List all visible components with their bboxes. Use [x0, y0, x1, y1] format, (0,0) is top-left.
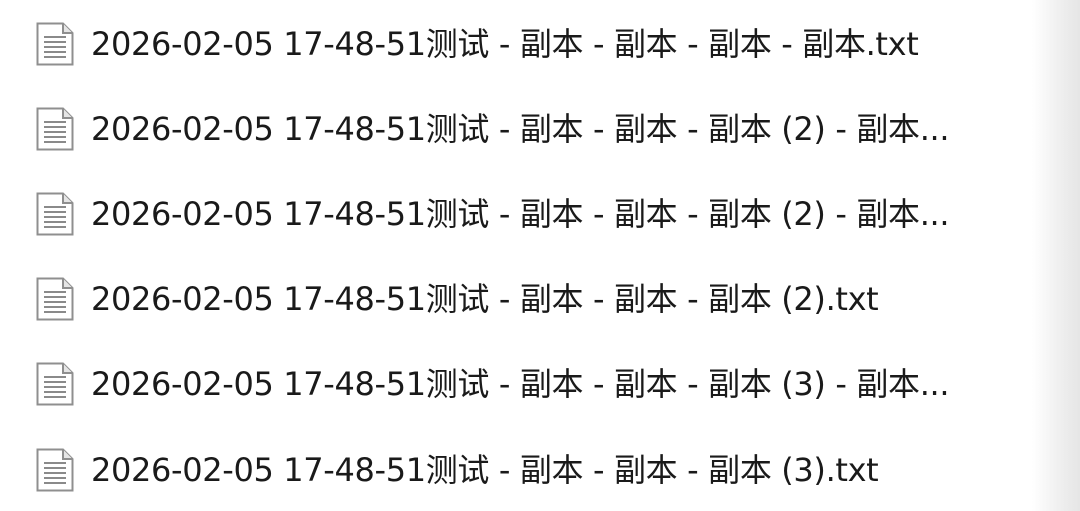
text-file-icon: [36, 22, 74, 66]
text-file-icon: [36, 362, 74, 406]
file-name[interactable]: 2026-02-05 17-48-51测试 - 副本 - 副本 - 副本 (2)…: [91, 194, 1062, 234]
file-name[interactable]: 2026-02-05 17-48-51测试 - 副本 - 副本 - 副本 (2)…: [91, 109, 1062, 149]
text-file-icon: [36, 277, 74, 321]
file-name[interactable]: 2026-02-05 17-48-51测试 - 副本 - 副本 - 副本 (3)…: [91, 364, 1062, 404]
file-item[interactable]: 2026-02-05 17-48-51测试 - 副本 - 副本 - 副本 (2)…: [0, 172, 1080, 256]
file-name[interactable]: 2026-02-05 17-48-51测试 - 副本 - 副本 - 副本 - 副…: [91, 24, 1062, 64]
text-file-icon: [36, 448, 74, 492]
text-file-icon: [36, 192, 74, 236]
file-list: 2026-02-05 17-48-51测试 - 副本 - 副本 - 副本 - 副…: [0, 0, 1080, 511]
file-item[interactable]: 2026-02-05 17-48-51测试 - 副本 - 副本 - 副本 (3)…: [0, 342, 1080, 426]
file-item[interactable]: 2026-02-05 17-48-51测试 - 副本 - 副本 - 副本 (2)…: [0, 87, 1080, 171]
file-item[interactable]: 2026-02-05 17-48-51测试 - 副本 - 副本 - 副本 (3)…: [0, 428, 1080, 511]
file-name[interactable]: 2026-02-05 17-48-51测试 - 副本 - 副本 - 副本 (3)…: [91, 450, 1062, 490]
file-name[interactable]: 2026-02-05 17-48-51测试 - 副本 - 副本 - 副本 (2)…: [91, 279, 1062, 319]
file-item[interactable]: 2026-02-05 17-48-51测试 - 副本 - 副本 - 副本 (2)…: [0, 257, 1080, 341]
text-file-icon: [36, 107, 74, 151]
file-item[interactable]: 2026-02-05 17-48-51测试 - 副本 - 副本 - 副本 - 副…: [0, 2, 1080, 86]
